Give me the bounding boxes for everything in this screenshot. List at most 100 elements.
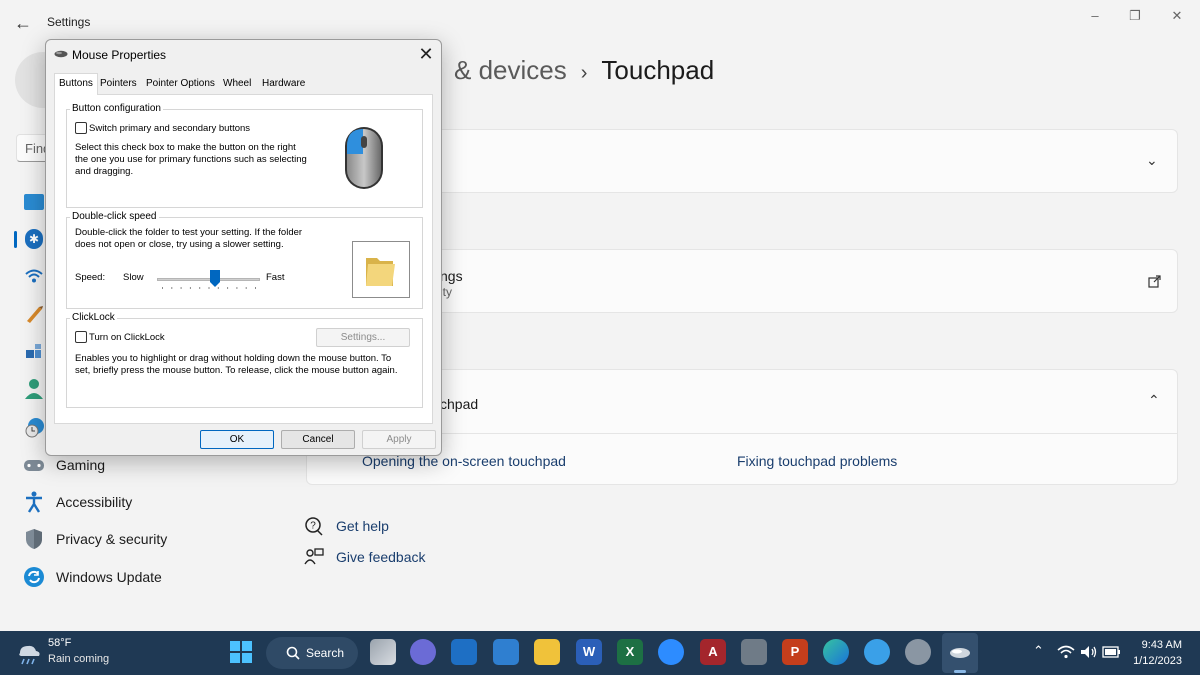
access-icon[interactable]: A — [700, 639, 726, 665]
update-icon — [22, 565, 46, 589]
wifi-icon[interactable] — [24, 268, 44, 284]
slider-ticks — [162, 287, 256, 289]
close-icon[interactable]: ✕ — [414, 43, 438, 65]
system-icon[interactable] — [24, 194, 44, 210]
slider-tick — [189, 287, 191, 289]
breadcrumb: & devices › Touchpad — [454, 55, 714, 86]
active-indicator — [954, 670, 966, 673]
battery-icon[interactable] — [1102, 646, 1122, 658]
minimize-icon[interactable]: – — [1080, 6, 1110, 26]
group-label: Button configuration — [70, 103, 163, 114]
back-arrow-icon[interactable]: ← — [12, 12, 34, 34]
slider-tick — [171, 287, 173, 289]
card-title: chpad — [440, 396, 479, 412]
slider-tick — [208, 287, 210, 289]
slider-tick — [245, 287, 247, 289]
slider-track — [157, 278, 260, 281]
slider-thumb[interactable] — [210, 270, 220, 287]
weather-rain-icon[interactable] — [16, 641, 42, 667]
settings-gear-icon[interactable] — [905, 639, 931, 665]
sidebar-item-privacy[interactable]: Privacy & security — [22, 521, 282, 557]
get-help-link[interactable]: ? Get help — [304, 516, 389, 536]
start-icon[interactable] — [230, 641, 252, 663]
chevron-down-icon[interactable]: ⌄ — [1146, 152, 1158, 169]
clicklock-description: Enables you to highlight or drag without… — [75, 353, 398, 376]
clock-time[interactable]: 9:43 AM — [1136, 639, 1182, 651]
mouse-preview — [314, 112, 412, 204]
file-explorer-icon[interactable] — [534, 639, 560, 665]
clicklock-checkbox[interactable] — [75, 331, 87, 343]
slider-tick — [162, 287, 163, 289]
clicklock-settings-button[interactable]: Settings... — [316, 328, 410, 347]
taskbar: 58°F Rain coming Search W X A P ⌃ 9:43 A… — [0, 631, 1200, 675]
store-icon[interactable] — [493, 639, 519, 665]
close-window-icon[interactable]: ✕ — [1162, 6, 1192, 26]
checkbox-label: Switch primary and secondary buttons — [89, 123, 251, 134]
time-language-icon[interactable] — [24, 416, 46, 438]
wifi-icon[interactable] — [1057, 645, 1075, 659]
restore-icon[interactable]: ❐ — [1120, 6, 1150, 26]
sidebar-item-accessibility[interactable]: Accessibility — [22, 484, 282, 520]
checkbox-label: Turn on ClickLock — [89, 332, 165, 343]
sidebar-item-windows-update[interactable]: Windows Update — [22, 559, 282, 595]
mouse-icon — [950, 648, 970, 658]
powerpoint-icon[interactable]: P — [782, 639, 808, 665]
mail-icon[interactable] — [451, 639, 477, 665]
word-icon[interactable]: W — [576, 639, 602, 665]
ok-button[interactable]: OK — [200, 430, 274, 449]
mouse-properties-taskbar-button[interactable] — [942, 633, 978, 673]
tab-buttons[interactable]: Buttons — [54, 73, 98, 95]
clock-date[interactable]: 1/12/2023 — [1130, 655, 1182, 667]
apply-button[interactable]: Apply — [362, 430, 436, 449]
svg-text:?: ? — [310, 521, 316, 532]
tab-wheel[interactable]: Wheel — [219, 76, 255, 94]
tab-pointer-options[interactable]: Pointer Options — [142, 76, 219, 94]
slider-tick — [227, 287, 229, 289]
chat-icon[interactable] — [410, 639, 436, 665]
breadcrumb-parent[interactable]: & devices — [454, 55, 567, 85]
excel-icon[interactable]: X — [617, 639, 643, 665]
test-folder-area[interactable] — [352, 241, 410, 298]
card-title: ngs — [440, 268, 463, 284]
tab-pointers[interactable]: Pointers — [96, 76, 141, 94]
app-title: Settings — [47, 15, 91, 29]
calculator-icon[interactable] — [741, 639, 767, 665]
search-icon — [286, 646, 300, 660]
chevron-up-icon[interactable]: ⌃ — [1033, 643, 1044, 659]
zoom-icon[interactable] — [658, 639, 684, 665]
mouse-icon — [54, 50, 68, 58]
accessibility-icon — [22, 490, 46, 514]
page-title: Touchpad — [601, 55, 715, 85]
gaming-icon — [22, 453, 46, 477]
slider-tick — [217, 287, 219, 289]
open-external-icon[interactable] — [1148, 275, 1161, 288]
sidebar-item-label: Windows Update — [56, 569, 162, 585]
double-click-speed-slider[interactable] — [157, 268, 260, 292]
cancel-button[interactable]: Cancel — [281, 430, 355, 449]
apps-icon[interactable] — [24, 342, 44, 362]
bluetooth-icon[interactable]: ✱ — [25, 229, 43, 249]
volume-icon[interactable] — [1080, 645, 1098, 659]
dialog-title: Mouse Properties — [72, 48, 167, 62]
give-feedback-link[interactable]: Give feedback — [304, 547, 426, 567]
accounts-icon[interactable] — [24, 378, 44, 400]
sidebar-item-label: Gaming — [56, 457, 106, 473]
chevron-up-icon[interactable]: ⌃ — [1148, 392, 1160, 409]
task-view-icon[interactable] — [370, 639, 396, 665]
taskbar-search-button[interactable]: Search — [266, 637, 358, 669]
sidebar-item-label: Accessibility — [56, 494, 133, 510]
slow-label: Slow — [123, 272, 144, 283]
edge-icon[interactable] — [823, 639, 849, 665]
weather-temperature[interactable]: 58°F — [48, 637, 71, 649]
folder-icon — [366, 258, 395, 286]
switch-buttons-checkbox[interactable] — [75, 122, 87, 134]
link-fixing-touchpad[interactable]: Fixing touchpad problems — [737, 453, 897, 469]
tab-hardware[interactable]: Hardware — [258, 76, 309, 94]
personalization-icon[interactable] — [24, 304, 44, 324]
tab-label: Buttons — [59, 78, 93, 89]
get-help-label: Get help — [336, 518, 389, 534]
paint-icon[interactable] — [864, 639, 890, 665]
feedback-icon — [304, 548, 324, 565]
weather-description[interactable]: Rain coming — [48, 653, 109, 665]
nav-selection-indicator — [14, 231, 17, 248]
